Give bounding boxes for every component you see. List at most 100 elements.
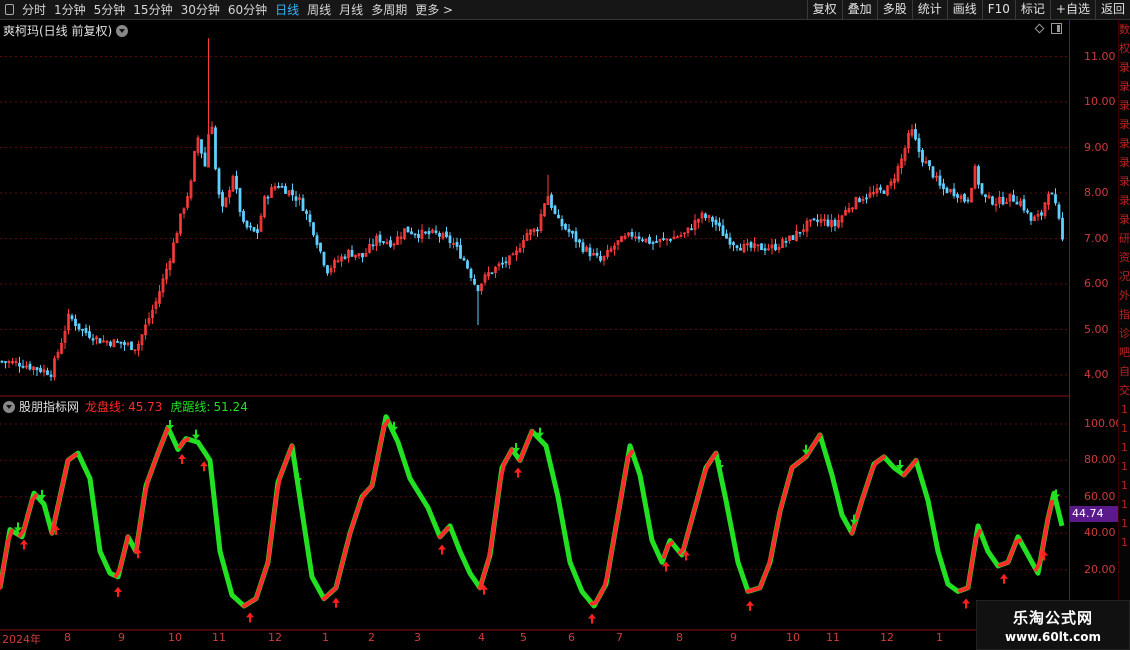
candle-body [371, 244, 375, 247]
candle-body [637, 236, 641, 240]
candle-body [550, 194, 553, 208]
period-tab[interactable]: 60分钟 [224, 0, 271, 20]
dragon-line-segment [1014, 538, 1022, 544]
candle-body [784, 240, 788, 243]
candle-body [410, 231, 413, 235]
candle-body [1026, 210, 1029, 213]
candle-body [928, 160, 931, 167]
sell-arrow [192, 429, 200, 440]
candle-body [109, 341, 112, 346]
candle-body [865, 197, 868, 200]
candle-body [466, 260, 469, 269]
side-char: 1 [1121, 517, 1128, 530]
period-tab[interactable]: 日线 [271, 0, 303, 20]
signal-arrows [14, 420, 1060, 624]
buy-arrow [588, 613, 596, 624]
period-tab[interactable]: 周线 [303, 0, 335, 20]
candle-body [826, 219, 830, 226]
candle-body [203, 152, 207, 167]
stock-chart-window: 分时 1分钟 5分钟 15分钟 30分钟 60分钟 日线 周线 月线 多周期 更多 > 复权 叠加 多股… [0, 0, 1130, 650]
toolbar-button[interactable]: 复权 [806, 0, 842, 20]
date-tick: 8 [64, 631, 71, 644]
side-char: 研 [1119, 232, 1130, 245]
buy-arrow [332, 597, 340, 608]
candle-body [81, 328, 84, 331]
side-char: 1 [1121, 403, 1128, 416]
period-tab[interactable]: 15分钟 [129, 0, 176, 20]
toolbar-button[interactable]: F10 [981, 0, 1015, 20]
candle-body [116, 341, 119, 343]
toolbar-button[interactable]: 标记 [1014, 0, 1050, 20]
candle-body [343, 256, 347, 259]
dragon-line-segment [22, 513, 30, 532]
panel-toggle-icon[interactable] [0, 0, 18, 20]
side-char: 吧 [1119, 346, 1130, 359]
candle-body [721, 225, 725, 236]
indicator-menu-icon[interactable] [3, 400, 15, 413]
candle-body [945, 187, 949, 194]
right-info-strip: 数权录录录录录录录录录研资况外指诊吧自交11111111 [1118, 20, 1130, 650]
buy-arrow [200, 461, 208, 472]
candle-body [735, 245, 739, 249]
candle-body [294, 196, 298, 201]
date-tick: 11 [212, 631, 226, 644]
candle-body [581, 242, 585, 252]
candle-body [669, 239, 672, 241]
period-toolbar: 分时 1分钟 5分钟 15分钟 30分钟 60分钟 日线 周线 月线 多周期 更多 > 复权 叠加 多股… [0, 0, 1130, 20]
candle-body [490, 272, 494, 275]
candle-body [574, 231, 578, 242]
chart-canvas[interactable] [0, 20, 1070, 650]
dragon-line-segment [482, 559, 490, 577]
period-tab[interactable]: 1分钟 [50, 0, 90, 20]
current-value-badge: 44.74 [1070, 506, 1118, 522]
candle-body [284, 186, 287, 194]
candle-body [217, 168, 221, 195]
side-char: 1 [1121, 498, 1128, 511]
toolbar-button[interactable]: 返回 [1094, 0, 1130, 20]
period-tab[interactable]: 更多 > [411, 0, 457, 20]
toolbar-button[interactable]: +自选 [1049, 0, 1095, 20]
candle-body [1001, 196, 1005, 205]
dragon-line-segment [0, 562, 6, 590]
candle-body [214, 127, 217, 170]
period-tab[interactable]: 分时 [18, 0, 50, 20]
period-tab[interactable]: 月线 [335, 0, 367, 20]
candle-body [252, 227, 256, 232]
toolbar-button[interactable]: 画线 [946, 0, 982, 20]
indicator-tick: 60.00 [1084, 489, 1116, 503]
line2-value: 51.24 [213, 399, 248, 414]
dragon-line-segment [610, 524, 618, 552]
candle-body [221, 192, 224, 207]
date-tick: 1 [936, 631, 943, 644]
candle-body [39, 367, 42, 373]
candle-body [308, 214, 312, 223]
toolbar-button[interactable]: 统计 [911, 0, 947, 20]
buy-arrow [962, 598, 970, 609]
dragon-line-segment [778, 494, 786, 514]
candle-body [18, 362, 21, 367]
candle-body [641, 239, 644, 242]
toolbar-button[interactable]: 叠加 [841, 0, 877, 20]
buy-arrow [514, 467, 522, 478]
toolbar-button[interactable]: 多股 [876, 0, 912, 20]
dragon-line-segment [1046, 499, 1054, 521]
dragon-line-segment [138, 496, 146, 528]
period-tab[interactable]: 5分钟 [90, 0, 130, 20]
dragon-line-segment [342, 539, 350, 559]
side-char: 1 [1121, 536, 1128, 549]
candle-body [718, 222, 721, 227]
candle-body [816, 219, 819, 222]
candle-body [312, 222, 315, 236]
candle-body [711, 217, 714, 222]
period-tab[interactable]: 多周期 [367, 0, 411, 20]
side-char: 数 [1119, 23, 1130, 36]
indicator-title: 股朋指标网 龙盘线: 45.73 虎踞线: 51.24 [3, 398, 248, 415]
dragon-line-segment [134, 523, 142, 554]
date-tick: 2024年 [2, 633, 41, 646]
period-tab[interactable]: 30分钟 [177, 0, 224, 20]
dragon-line-segment [618, 478, 626, 506]
candle-body [564, 223, 567, 230]
candle-body [238, 188, 242, 213]
candle-body [46, 370, 49, 376]
dragon-line-segment [682, 531, 690, 550]
